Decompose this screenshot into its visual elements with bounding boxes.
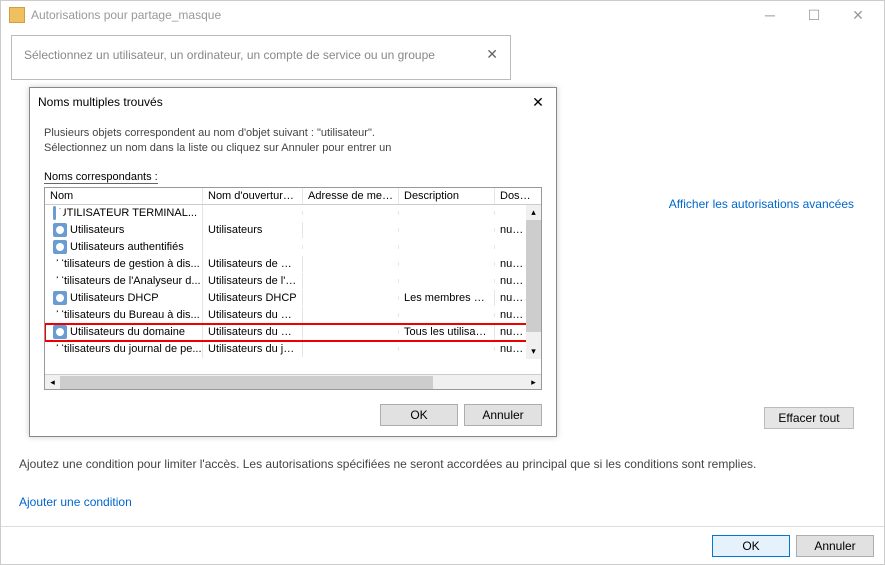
add-condition-link[interactable]: Ajouter une condition (19, 495, 132, 509)
table-row[interactable]: Utilisateurs du domaineUtilisateurs du d… (45, 324, 541, 341)
col-header-nom[interactable]: Nom (45, 188, 203, 204)
group-icon (53, 325, 67, 339)
table-row[interactable]: Utilisateurs authentifiés (45, 239, 541, 256)
group-icon (53, 291, 67, 305)
group-icon (53, 240, 67, 254)
col-header-logon[interactable]: Nom d'ouverture ... (203, 188, 303, 204)
group-icon (53, 206, 56, 220)
show-advanced-permissions-link[interactable]: Afficher les autorisations avancées (669, 197, 854, 211)
main-content: Sélectionnez un utilisateur, un ordinate… (1, 29, 884, 526)
col-header-folder[interactable]: Dossier (495, 188, 537, 204)
horizontal-scrollbar[interactable]: ◂ ▸ (45, 374, 541, 389)
dialog-close-icon[interactable]: ✕ (528, 94, 548, 111)
multiple-names-dialog: Noms multiples trouvés ✕ Plusieurs objet… (29, 87, 557, 437)
table-body: UTILISATEUR TERMINAL...UtilisateursUtili… (45, 205, 541, 374)
table-row[interactable]: Utilisateurs DHCPUtilisateurs DHCPLes me… (45, 290, 541, 307)
condition-description: Ajoutez une condition pour limiter l'acc… (19, 457, 866, 471)
minimize-button[interactable]: ─ (748, 1, 792, 29)
table-row[interactable]: UtilisateursUtilisateursnumelio (45, 222, 541, 239)
dialog-notice: Plusieurs objets correspondent au nom d'… (44, 126, 542, 157)
select-object-prompt: Sélectionnez un utilisateur, un ordinate… (24, 48, 435, 62)
scroll-left-icon[interactable]: ◂ (45, 376, 60, 389)
table-row[interactable]: Utilisateurs du Bureau à dis...Utilisate… (45, 307, 541, 324)
col-header-description[interactable]: Description (399, 188, 495, 204)
table-row[interactable]: UTILISATEUR TERMINAL... (45, 205, 541, 222)
maximize-button[interactable]: ☐ (792, 1, 836, 29)
dialog-footer: OK Annuler (30, 400, 556, 436)
scroll-up-icon[interactable]: ▴ (526, 205, 541, 220)
window-title: Autorisations pour partage_masque (31, 8, 748, 22)
scroll-down-icon[interactable]: ▾ (526, 344, 541, 359)
dialog-title: Noms multiples trouvés (38, 95, 528, 109)
close-button[interactable]: ✕ (836, 1, 880, 29)
dialog-ok-button[interactable]: OK (380, 404, 458, 426)
permissions-window: Autorisations pour partage_masque ─ ☐ ✕ … (0, 0, 885, 565)
main-cancel-button[interactable]: Annuler (796, 535, 874, 557)
group-icon (53, 223, 67, 237)
bottom-bar: OK Annuler (1, 526, 884, 564)
clear-all-button[interactable]: Effacer tout (764, 407, 854, 429)
vertical-scrollbar[interactable]: ▴ ▾ (526, 205, 541, 359)
table-header: Nom Nom d'ouverture ... Adresse de mes..… (45, 188, 541, 205)
select-object-close-icon[interactable]: ✕ (486, 46, 498, 63)
condition-area: Ajoutez une condition pour limiter l'acc… (19, 449, 866, 509)
table-row[interactable]: Utilisateurs de l'Analyseur d...Utilisat… (45, 273, 541, 290)
names-table: Nom Nom d'ouverture ... Adresse de mes..… (44, 187, 542, 390)
main-ok-button[interactable]: OK (712, 535, 790, 557)
scroll-right-icon[interactable]: ▸ (526, 376, 541, 389)
dialog-title-bar: Noms multiples trouvés ✕ (30, 88, 556, 116)
matching-names-label: Noms correspondants : (44, 171, 542, 183)
title-bar: Autorisations pour partage_masque ─ ☐ ✕ (1, 1, 884, 29)
folder-icon (9, 7, 25, 23)
table-row[interactable]: Utilisateurs de gestion à dis...Utilisat… (45, 256, 541, 273)
col-header-email[interactable]: Adresse de mes... (303, 188, 399, 204)
dialog-cancel-button[interactable]: Annuler (464, 404, 542, 426)
table-row[interactable]: Utilisateurs du journal de pe...Utilisat… (45, 341, 541, 358)
select-object-dialog: Sélectionnez un utilisateur, un ordinate… (11, 35, 511, 80)
